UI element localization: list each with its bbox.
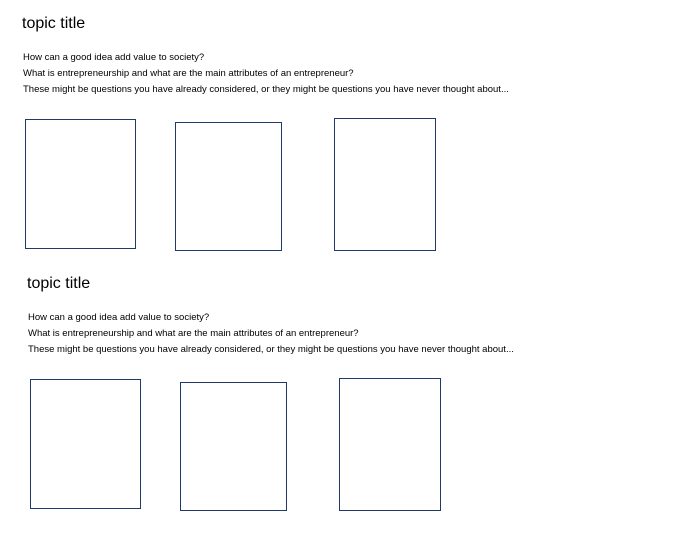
intro-question-line: These might be questions you have alread… bbox=[23, 84, 509, 95]
image-placeholder-box bbox=[175, 122, 282, 251]
image-placeholder-box bbox=[30, 379, 141, 509]
intro-question-line: What is entrepreneurship and what are th… bbox=[23, 68, 354, 79]
intro-question-line: How can a good idea add value to society… bbox=[23, 52, 205, 63]
image-placeholder-box bbox=[25, 119, 136, 249]
intro-question-line: What is entrepreneurship and what are th… bbox=[28, 328, 359, 339]
intro-question-line: How can a good idea add value to society… bbox=[28, 312, 210, 323]
topic-title: topic title bbox=[27, 275, 91, 292]
image-placeholder-box bbox=[339, 378, 441, 511]
image-placeholder-box bbox=[334, 118, 436, 251]
topic-title: topic title bbox=[22, 15, 86, 32]
intro-question-line: These might be questions you have alread… bbox=[28, 344, 514, 355]
image-placeholder-box bbox=[180, 382, 287, 511]
